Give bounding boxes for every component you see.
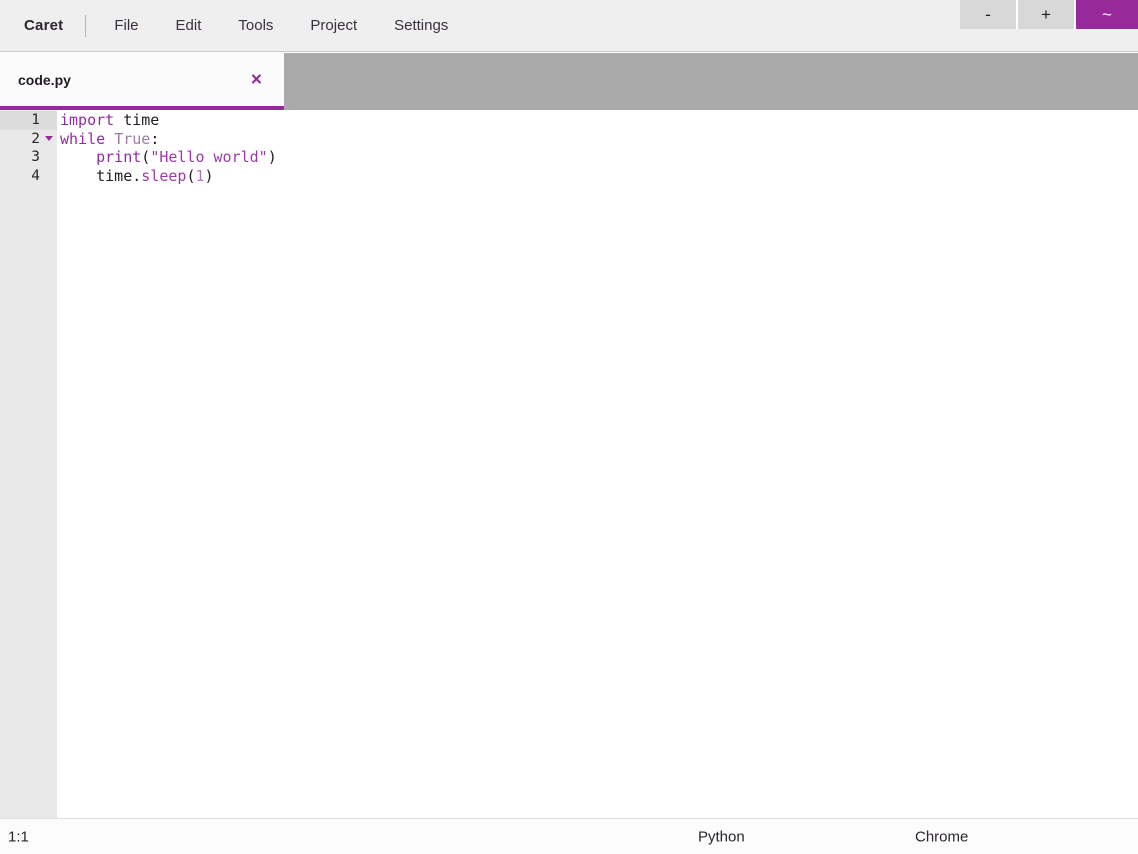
menu-item-edit[interactable]: Edit — [170, 13, 208, 38]
code-token: 1 — [195, 167, 205, 186]
code-token: time — [123, 111, 160, 129]
tab-label: code.py — [18, 71, 71, 88]
code-token: : — [150, 129, 160, 148]
code-content[interactable]: import time while True: print("Hello worl… — [57, 110, 1138, 818]
maximize-icon[interactable]: + — [1018, 0, 1076, 29]
tab-code-py[interactable]: code.py × — [0, 53, 284, 110]
cursor-position[interactable]: 1:1 — [8, 828, 29, 845]
code-line[interactable]: print("Hello world") — [60, 148, 1138, 167]
status-bar: 1:1 Python Chrome — [0, 818, 1138, 854]
code-line[interactable]: time.sleep(1) — [60, 167, 1138, 186]
window-controls: - + ~ — [960, 0, 1138, 29]
line-number: 3 — [31, 149, 40, 166]
code-editor[interactable]: 1 2 3 4 import time while True: print("He… — [0, 110, 1138, 818]
menu-item-list: File Edit Tools Project Settings — [108, 13, 454, 38]
code-token: import — [60, 111, 115, 129]
app-title: Caret — [24, 17, 64, 34]
menu-item-tools[interactable]: Tools — [232, 13, 279, 38]
line-number: 4 — [31, 168, 40, 185]
code-token: "Hello world" — [150, 148, 268, 167]
close-icon[interactable]: × — [251, 70, 262, 89]
line-number-gutter: 1 2 3 4 — [0, 110, 57, 818]
code-line[interactable]: while True: — [60, 130, 1138, 149]
target-selector[interactable]: Chrome — [915, 828, 968, 845]
code-token: print — [96, 148, 142, 167]
code-token: ( — [141, 148, 151, 167]
menu-item-project[interactable]: Project — [304, 13, 363, 38]
caret-editor-window: Caret File Edit Tools Project Settings -… — [0, 0, 1138, 854]
line-number: 2 — [0, 130, 57, 149]
menu-separator — [85, 14, 87, 37]
code-token: sleep — [141, 167, 187, 186]
code-token: True — [114, 129, 151, 148]
code-token: . — [132, 167, 142, 186]
code-token: ) — [267, 148, 277, 167]
code-line[interactable]: import time — [60, 111, 1138, 130]
menu-item-settings[interactable]: Settings — [388, 13, 454, 38]
code-token: while — [60, 129, 106, 148]
minimize-icon[interactable]: - — [960, 0, 1018, 29]
line-number-label: 2 — [31, 130, 40, 147]
menu-item-file[interactable]: File — [108, 13, 144, 38]
tilde-icon[interactable]: ~ — [1076, 0, 1138, 29]
chevron-down-icon[interactable] — [45, 135, 53, 141]
line-number: 1 — [0, 111, 57, 130]
language-selector[interactable]: Python — [698, 828, 745, 845]
code-token: time — [96, 167, 133, 186]
tab-bar: code.py × — [0, 53, 1138, 110]
code-token: ) — [204, 167, 214, 186]
